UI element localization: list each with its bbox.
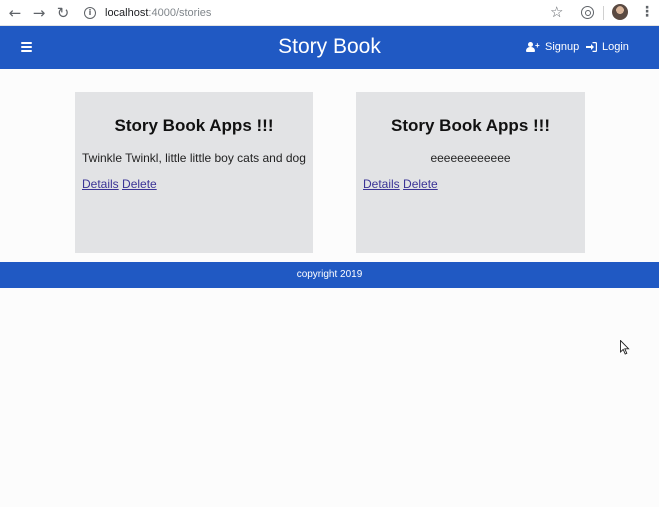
sign-in-icon	[586, 42, 597, 52]
story-card: Story Book Apps !!! Twinkle Twinkl, litt…	[75, 92, 313, 253]
info-icon[interactable]: i	[84, 7, 96, 19]
login-label: Login	[602, 41, 629, 53]
story-actions: Details Delete	[356, 177, 585, 191]
story-title: Story Book Apps !!!	[391, 116, 550, 135]
story-title: Story Book Apps !!!	[114, 116, 274, 135]
copyright-text: copyright 2019	[296, 269, 363, 280]
login-link[interactable]: Login	[586, 41, 629, 53]
delete-link[interactable]: Delete	[403, 177, 438, 191]
details-link[interactable]: Details	[82, 177, 119, 191]
signup-link[interactable]: + Signup	[526, 41, 579, 53]
mouse-cursor-icon	[620, 340, 630, 355]
bookmark-star-icon[interactable]: ☆	[550, 3, 563, 21]
story-body: Twinkle Twinkl, little little boy cats a…	[82, 151, 306, 165]
browser-toolbar: ← → ↻ i localhost:4000/stories ☆ ⋮	[0, 0, 659, 26]
extension-icon[interactable]	[581, 6, 594, 19]
reload-icon[interactable]: ↻	[54, 4, 72, 22]
url-path: :4000/stories	[148, 7, 212, 19]
details-link[interactable]: Details	[363, 177, 400, 191]
address-bar[interactable]: i localhost:4000/stories	[84, 3, 524, 23]
app-header: Story Book + Signup Login	[0, 26, 659, 69]
footer: copyright 2019	[0, 262, 659, 288]
browser-menu-icon[interactable]: ⋮	[640, 4, 654, 20]
forward-arrow-icon[interactable]: →	[30, 4, 48, 22]
user-plus-icon: +	[526, 42, 540, 52]
story-body: eeeeeeeeeeee	[430, 151, 511, 165]
delete-link[interactable]: Delete	[122, 177, 157, 191]
signup-label: Signup	[545, 41, 580, 53]
toolbar-divider	[603, 6, 604, 20]
story-actions: Details Delete	[75, 177, 313, 191]
story-card: Story Book Apps !!! eeeeeeeeeeee Details…	[356, 92, 585, 253]
back-arrow-icon[interactable]: ←	[6, 4, 24, 22]
url-host: localhost	[105, 7, 149, 19]
profile-avatar[interactable]	[612, 4, 628, 20]
